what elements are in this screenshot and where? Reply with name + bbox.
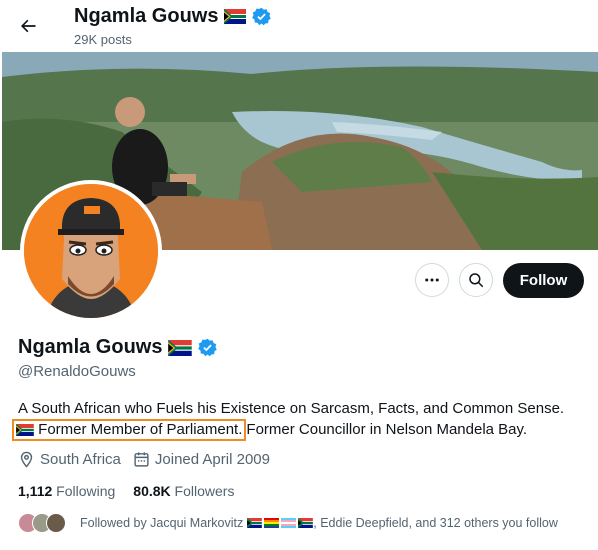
- profile-meta: South Africa Joined April 2009: [18, 451, 270, 468]
- joined-item: Joined April 2009: [133, 451, 270, 468]
- header-title: Ngamla Gouws: [74, 5, 219, 27]
- calendar-icon: [134, 452, 149, 467]
- followers-label: Followers: [174, 483, 235, 499]
- header-title-row: Ngamla Gouws: [74, 5, 272, 28]
- follow-button[interactable]: Follow: [503, 263, 584, 298]
- search-icon: [469, 273, 484, 288]
- verified-badge-icon[interactable]: [198, 338, 218, 357]
- sa-flag-icon: [224, 9, 247, 24]
- bio-rest: Former Councillor in Nelson Mandela Bay.: [246, 421, 528, 438]
- sa-flag-icon: [16, 424, 34, 437]
- joined-text: Joined April 2009: [154, 451, 270, 468]
- profile-handle: @RenaldoGouws: [18, 363, 136, 380]
- followed-by-rest: , Eddie Deepfield, and 312 others you fo…: [313, 516, 558, 530]
- followed-by[interactable]: Followed by Jacqui Markovitz , Eddie Dee…: [18, 513, 558, 533]
- more-icon: [425, 278, 439, 282]
- more-button[interactable]: [415, 263, 449, 297]
- search-button[interactable]: [459, 263, 493, 297]
- followers-link[interactable]: 80.8K Followers: [133, 483, 234, 499]
- following-link[interactable]: 1,112 Following: [18, 483, 115, 499]
- sa-flag-icon: [168, 339, 193, 356]
- avatar[interactable]: [20, 180, 162, 322]
- sa-flag-icon: [298, 518, 314, 528]
- location-item: South Africa: [18, 451, 121, 468]
- profile-bio: A South African who Fuels his Existence …: [12, 399, 588, 441]
- follow-stats: 1,112 Following 80.8K Followers: [18, 483, 234, 499]
- follower-avatar: [46, 513, 66, 533]
- back-arrow-icon: [21, 19, 36, 33]
- location-text: South Africa: [40, 451, 121, 468]
- back-button[interactable]: [12, 10, 44, 42]
- followed-by-prefix: Followed by Jacqui Markovitz: [80, 516, 244, 530]
- location-icon: [20, 451, 33, 468]
- following-label: Following: [56, 483, 116, 499]
- followed-emojis: [247, 518, 314, 528]
- profile-name: Ngamla Gouws: [18, 336, 163, 358]
- bio-line-2: Former Member of Parliament. Former Counc…: [12, 419, 588, 441]
- post-count: 29K posts: [74, 32, 132, 47]
- top-bar: Ngamla Gouws 29K posts: [0, 0, 598, 52]
- trans-flag-icon: [281, 518, 297, 528]
- bio-line-1: A South African who Fuels his Existence …: [18, 400, 565, 417]
- followers-count: 80.8K: [133, 483, 171, 499]
- verified-badge-icon: [252, 7, 272, 26]
- avatar-illustration: [24, 184, 158, 318]
- following-count: 1,112: [18, 483, 53, 499]
- profile-name-row: Ngamla Gouws: [18, 336, 218, 359]
- sa-flag-icon: [247, 518, 263, 528]
- bio-highlight-text: Former Member of Parliament.: [38, 421, 243, 438]
- bio-highlight-box: Former Member of Parliament.: [12, 419, 247, 441]
- rainbow-flag-icon: [264, 518, 280, 528]
